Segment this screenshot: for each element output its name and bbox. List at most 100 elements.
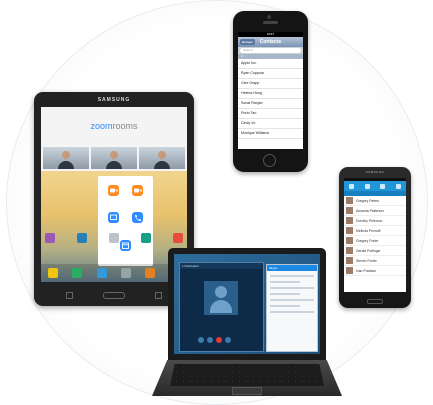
phone-call-icon[interactable]	[132, 212, 143, 223]
iphone: AT&T Groups Contacts Search A Apple Inc.…	[233, 11, 308, 172]
music-app-icon[interactable]	[77, 233, 87, 243]
contact-row[interactable]: Gerald Pottinger	[344, 246, 406, 256]
calendar-app-icon[interactable]	[109, 233, 119, 243]
more-options-icon[interactable]	[225, 337, 231, 343]
avatar	[346, 257, 353, 264]
contact-row[interactable]: Melinda Pennoff	[344, 226, 406, 236]
tablet-brand: SAMSUNG	[97, 97, 131, 103]
camera-toggle-icon[interactable]	[198, 337, 204, 343]
profile-tab-icon[interactable]	[395, 183, 401, 189]
ios-contacts-list: A Apple Inc. Ryan Coppola Clee Grapp Hel…	[238, 54, 303, 139]
contact-name: Steven Porter	[356, 258, 377, 263]
groups-back-button[interactable]: Groups	[240, 39, 255, 45]
zoom-action-panel	[98, 176, 153, 266]
contact-row[interactable]: Cindy Vo	[238, 119, 303, 129]
avatar	[346, 237, 353, 244]
chat-window-title: Skype	[267, 265, 317, 271]
contact-row[interactable]: Monique Williams	[238, 129, 303, 139]
apps-grid-icon[interactable]	[121, 268, 132, 278]
chat-message	[270, 311, 314, 313]
avatar	[346, 217, 353, 224]
video-app-icon[interactable]	[45, 233, 55, 243]
contact-row[interactable]: Ryan Coppola	[238, 69, 303, 79]
call-window-title: 1 Participant	[180, 263, 263, 269]
laptop-screen: 1 Participant Skype	[174, 254, 320, 354]
contact-row[interactable]: Apple Inc.	[238, 59, 303, 69]
android-contacts-list: Gregory Peters Amanda Patterson Dorothy …	[344, 196, 406, 276]
contact-row[interactable]: Steven Porter	[344, 256, 406, 266]
contact-row[interactable]: Clee Grapp	[238, 79, 303, 89]
avatar	[346, 227, 353, 234]
contact-row[interactable]: Porto Tao	[238, 109, 303, 119]
zoom-rooms-logo: zoomrooms	[41, 121, 187, 131]
contact-row[interactable]: Gregory Peters	[344, 196, 406, 206]
android-app-bar	[344, 181, 406, 191]
contact-name: Amanda Patterson	[356, 208, 385, 213]
participant-video[interactable]	[139, 147, 185, 169]
end-call-icon[interactable]	[216, 337, 222, 343]
back-key[interactable]	[155, 292, 162, 299]
favorites-tab-icon[interactable]	[380, 183, 386, 189]
call-controls	[198, 337, 231, 343]
laptop-keyboard[interactable]	[170, 364, 324, 386]
video-call-window: 1 Participant	[179, 262, 264, 352]
mic-toggle-icon[interactable]	[207, 337, 213, 343]
contact-row[interactable]: Gregory Porter	[344, 236, 406, 246]
contact-name: Ivan Powlson	[356, 268, 377, 273]
contacts-title: Contacts	[259, 39, 282, 45]
contacts-search-input[interactable]: Search	[240, 48, 301, 53]
tablet-screen: zoomrooms	[41, 107, 187, 282]
contact-row[interactable]: Amanda Patterson	[344, 206, 406, 216]
contact-row[interactable]: Dorothy Peterson	[344, 216, 406, 226]
laptop-lid: 1 Participant Skype	[168, 248, 326, 360]
settings-app-icon[interactable]	[141, 233, 151, 243]
folder-app-icon[interactable]	[48, 268, 59, 278]
chat-message	[270, 299, 314, 301]
gallery-app-icon[interactable]	[173, 233, 183, 243]
android-home-key[interactable]	[367, 299, 383, 304]
laptop-touchpad[interactable]	[232, 387, 262, 395]
contact-row[interactable]: Helena Hung	[238, 89, 303, 99]
home-key[interactable]	[103, 292, 125, 299]
chat-message	[270, 281, 300, 283]
avatar	[346, 267, 353, 274]
contact-name: Gerald Pottinger	[356, 248, 381, 253]
ios-search-bar: Search	[238, 47, 303, 54]
chat-message	[270, 305, 300, 307]
recent-apps-key[interactable]	[66, 292, 73, 299]
avatar	[346, 207, 353, 214]
chat-message	[270, 275, 314, 277]
contact-row[interactable]: Ivan Powlson	[344, 266, 406, 276]
home-screen-apps	[45, 233, 183, 245]
contacts-app-icon[interactable]	[96, 268, 107, 278]
earpiece-speaker	[263, 21, 278, 24]
internet-app-icon[interactable]	[145, 268, 156, 278]
share-screen-icon[interactable]	[108, 212, 119, 223]
contacts-tab-icon[interactable]	[364, 183, 370, 189]
android-screen: Gregory Peters Amanda Patterson Dorothy …	[344, 178, 406, 292]
contact-row[interactable]: Sonal Ranjan	[238, 99, 303, 109]
front-camera	[267, 15, 271, 19]
participant-video-strip	[43, 147, 185, 169]
chat-message	[270, 287, 314, 289]
iphone-home-button[interactable]	[263, 154, 276, 167]
phone-tab-icon[interactable]	[349, 183, 355, 189]
video-camera-icon[interactable]	[108, 185, 119, 196]
contact-name: Gregory Porter	[356, 238, 379, 243]
video-camera-icon[interactable]	[132, 185, 143, 196]
tablet-dock	[41, 264, 187, 282]
iphone-screen: AT&T Groups Contacts Search A Apple Inc.…	[238, 32, 303, 149]
phone-app-icon[interactable]	[72, 268, 83, 278]
ios-nav-bar: Groups Contacts	[238, 37, 303, 47]
rooms-logo-word: rooms	[112, 121, 138, 131]
phone-brand: SAMSUNG	[365, 170, 385, 174]
zoom-logo-word: zoom	[90, 121, 113, 131]
avatar	[346, 197, 353, 204]
android-phone: SAMSUNG Gregory Peters Amanda Patterson …	[339, 167, 411, 308]
chat-message	[270, 293, 300, 295]
participant-video[interactable]	[91, 147, 137, 169]
participant-video[interactable]	[43, 147, 89, 169]
contact-name: Melinda Pennoff	[356, 228, 381, 233]
user-avatar-icon	[215, 286, 227, 298]
chat-window: Skype	[266, 264, 318, 352]
